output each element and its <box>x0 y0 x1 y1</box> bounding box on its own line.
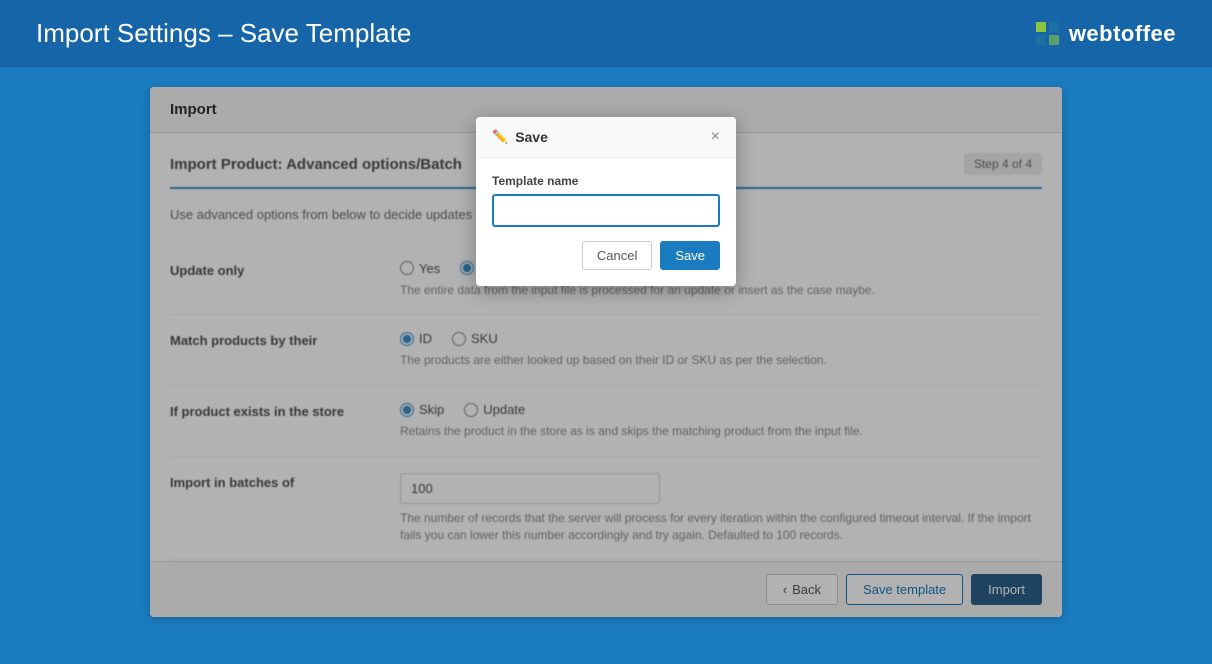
page-title: Import Settings – Save Template <box>36 18 411 49</box>
import-panel: Import Import Product: Advanced options/… <box>150 87 1062 617</box>
logo-square-1 <box>1036 22 1046 32</box>
save-modal: ✏️ Save × Template name Cancel Save <box>476 117 736 286</box>
modal-title-area: ✏️ Save <box>492 129 548 145</box>
modal-close-button[interactable]: × <box>711 129 720 145</box>
modal-overlay: ✏️ Save × Template name Cancel Save <box>150 87 1062 617</box>
template-name-label: Template name <box>492 174 720 188</box>
close-icon: × <box>711 128 720 145</box>
modal-header: ✏️ Save × <box>476 117 736 158</box>
cancel-button[interactable]: Cancel <box>582 241 652 270</box>
logo-square-3 <box>1036 35 1046 45</box>
modal-body: Template name Cancel Save <box>476 158 736 286</box>
save-button[interactable]: Save <box>660 241 720 270</box>
logo-text: webtoffee <box>1069 21 1176 47</box>
modal-footer: Cancel Save <box>492 241 720 270</box>
modal-title: Save <box>515 129 548 145</box>
logo-area: webtoffee <box>1036 21 1176 47</box>
pencil-icon: ✏️ <box>492 129 508 145</box>
logo-squares-icon <box>1036 22 1059 45</box>
logo-square-2 <box>1049 22 1059 32</box>
logo-square-4 <box>1049 35 1059 45</box>
template-name-input[interactable] <box>492 194 720 227</box>
main-area: Import Import Product: Advanced options/… <box>0 67 1212 637</box>
page-header: Import Settings – Save Template webtoffe… <box>0 0 1212 67</box>
